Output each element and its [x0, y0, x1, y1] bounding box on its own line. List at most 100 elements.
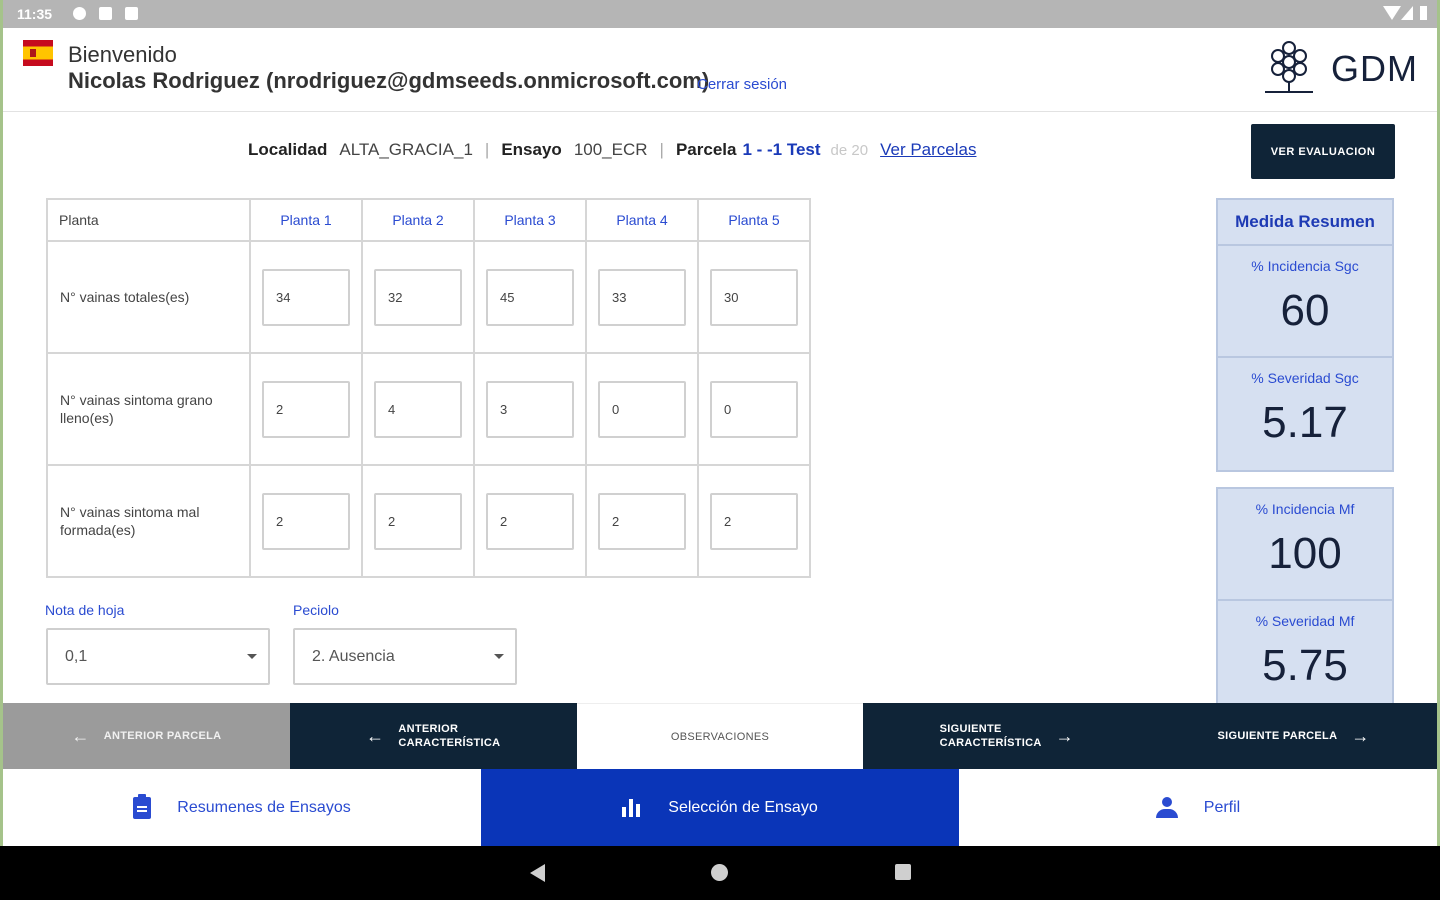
- wifi-icon: [1383, 6, 1401, 20]
- summary-item-value: 60: [1280, 286, 1330, 335]
- petiole-select[interactable]: 2. Ausencia: [293, 628, 517, 685]
- next-plot-label: SIGUIENTE PARCELA: [1217, 730, 1338, 742]
- value-input[interactable]: 2: [710, 492, 798, 550]
- summary-item-value: 5.17: [1262, 398, 1348, 447]
- summary-item-label: % Incidencia Sgc: [1251, 258, 1359, 274]
- arrow-left-icon: ←: [366, 726, 385, 746]
- observations-button[interactable]: OBSERVACIONES: [576, 703, 864, 769]
- trial-value: 100_ECR: [573, 140, 648, 159]
- leaf-note-value: 0,1: [65, 647, 88, 665]
- info-separator: |: [484, 140, 490, 159]
- chevron-down-icon: [247, 654, 257, 659]
- home-icon[interactable]: [711, 864, 728, 881]
- nav-trial-summaries-label: Resumenes de Ensayos: [177, 798, 351, 816]
- brand-name: GDM: [1331, 48, 1418, 89]
- arrow-right-icon: →: [1351, 726, 1370, 746]
- petiole-label: Peciolo: [293, 602, 339, 618]
- nav-profile-label: Perfil: [1203, 798, 1241, 816]
- summary-panel-mf: % Incidencia Mf 100 % Severidad Mf 5.75: [1216, 487, 1394, 713]
- plot-label: Parcela: [675, 140, 737, 159]
- summary-item: % Severidad Mf 5.75: [1218, 601, 1392, 713]
- value-input[interactable]: 2: [262, 492, 350, 550]
- value-input[interactable]: 0: [598, 380, 686, 438]
- nav-profile[interactable]: Perfil: [959, 769, 1437, 846]
- value-input[interactable]: 3: [486, 380, 574, 438]
- trial-label: Ensayo: [501, 140, 562, 159]
- value-input[interactable]: 32: [374, 268, 462, 326]
- column-header: Planta 1: [249, 198, 363, 242]
- value-input[interactable]: 2: [374, 492, 462, 550]
- user-icon: [1155, 796, 1178, 819]
- action-bar: ← ANTERIOR PARCELA ← ANTERIOR CARACTERÍS…: [3, 703, 1437, 769]
- table-header-row: Planta Planta 1 Planta 2 Planta 3 Planta…: [46, 198, 811, 242]
- petiole-value: 2. Ausencia: [312, 647, 395, 665]
- column-header: Planta 3: [473, 198, 587, 242]
- value-input[interactable]: 4: [374, 380, 462, 438]
- row-label: N° vainas sintoma mal formada(es): [46, 464, 251, 578]
- clipboard-icon: [133, 793, 152, 819]
- recent-apps-icon[interactable]: [895, 864, 911, 880]
- leaf-note-label: Nota de hoja: [45, 602, 125, 618]
- leaf-note-select[interactable]: 0,1: [46, 628, 270, 685]
- logout-link[interactable]: Cerrar sesión: [697, 76, 787, 93]
- view-evaluation-button[interactable]: VER EVALUACION: [1251, 124, 1395, 179]
- previous-plot-label: ANTERIOR PARCELA: [103, 730, 222, 742]
- summary-item-label: % Incidencia Mf: [1255, 501, 1355, 517]
- plant-data-table: Planta Planta 1 Planta 2 Planta 3 Planta…: [46, 198, 811, 578]
- next-plot-button[interactable]: SIGUIENTE PARCELA →: [1150, 703, 1437, 769]
- arrow-right-icon: →: [1055, 726, 1074, 746]
- locality-label: Localidad: [248, 140, 328, 159]
- value-input[interactable]: 30: [710, 268, 798, 326]
- table-row: N° vainas totales(es) 34 32 45 33 30: [46, 240, 811, 354]
- table-row: N° vainas sintoma mal formada(es) 2 2 2 …: [46, 464, 811, 578]
- value-input[interactable]: 2: [486, 492, 574, 550]
- table-row: N° vainas sintoma grano lleno(es) 2 4 3 …: [46, 352, 811, 466]
- previous-characteristic-label: ANTERIOR CARACTERÍSTICA: [398, 722, 500, 750]
- user-identity: Nicolas Rodriguez (nrodriguez@gdmseeds.o…: [68, 68, 710, 93]
- row-label: N° vainas totales(es): [46, 240, 251, 354]
- column-header: Planta 4: [585, 198, 699, 242]
- column-header: Planta 5: [697, 198, 811, 242]
- system-navigation-bar: [0, 846, 1440, 900]
- app-frame: 11:35 Bienvenido Nicolas Rodriguez (nrod…: [3, 0, 1437, 846]
- previous-characteristic-line1: ANTERIOR: [398, 723, 459, 735]
- value-input[interactable]: 2: [262, 380, 350, 438]
- observations-label: OBSERVACIONES: [670, 730, 770, 743]
- next-characteristic-label: SIGUIENTE CARACTERÍSTICA: [940, 722, 1042, 750]
- summary-item-value: 5.75: [1262, 641, 1348, 690]
- plot-value: 1 - -1 Test: [742, 140, 821, 159]
- nav-trial-selection[interactable]: Selección de Ensayo: [481, 769, 959, 846]
- table-corner-header: Planta: [46, 198, 251, 242]
- summary-item: % Severidad Sgc 5.17: [1218, 358, 1392, 470]
- nav-trial-summaries[interactable]: Resumenes de Ensayos: [3, 769, 481, 846]
- chevron-down-icon: [494, 654, 504, 659]
- value-input[interactable]: 2: [598, 492, 686, 550]
- previous-plot-button[interactable]: ← ANTERIOR PARCELA: [3, 703, 290, 769]
- status-bar: 11:35: [3, 0, 1437, 28]
- plot-total: de 20: [830, 142, 869, 159]
- view-plots-link[interactable]: Ver Parcelas: [880, 140, 976, 160]
- previous-characteristic-button[interactable]: ← ANTERIOR CARACTERÍSTICA: [289, 703, 577, 769]
- next-characteristic-button[interactable]: SIGUIENTE CARACTERÍSTICA →: [863, 703, 1151, 769]
- trial-info: Localidad ALTA_GRACIA_1 | Ensayo 100_ECR…: [248, 140, 976, 160]
- summary-item-label: % Severidad Mf: [1255, 613, 1355, 629]
- spain-flag-icon[interactable]: [23, 40, 53, 66]
- value-input[interactable]: 45: [486, 268, 574, 326]
- value-input[interactable]: 0: [710, 380, 798, 438]
- notification-status-icon: [99, 7, 112, 20]
- row-label: N° vainas sintoma grano lleno(es): [46, 352, 251, 466]
- value-input[interactable]: 33: [598, 268, 686, 326]
- summary-item: % Incidencia Sgc 60: [1218, 246, 1392, 358]
- value-input[interactable]: 34: [262, 268, 350, 326]
- back-icon[interactable]: [530, 864, 545, 882]
- info-separator: |: [659, 140, 664, 159]
- previous-characteristic-line2: CARACTERÍSTICA: [398, 737, 501, 749]
- bottom-navigation: Resumenes de Ensayos Selección de Ensayo…: [3, 769, 1437, 846]
- sim-status-icon: [125, 7, 138, 20]
- arrow-left-icon: ←: [71, 726, 90, 746]
- summary-item-value: 100: [1268, 529, 1342, 578]
- settings-status-icon: [73, 7, 86, 20]
- gdm-logo-icon: [1265, 41, 1313, 93]
- bar-chart-icon: [622, 798, 642, 817]
- app-header: Bienvenido Nicolas Rodriguez (nrodriguez…: [3, 28, 1437, 112]
